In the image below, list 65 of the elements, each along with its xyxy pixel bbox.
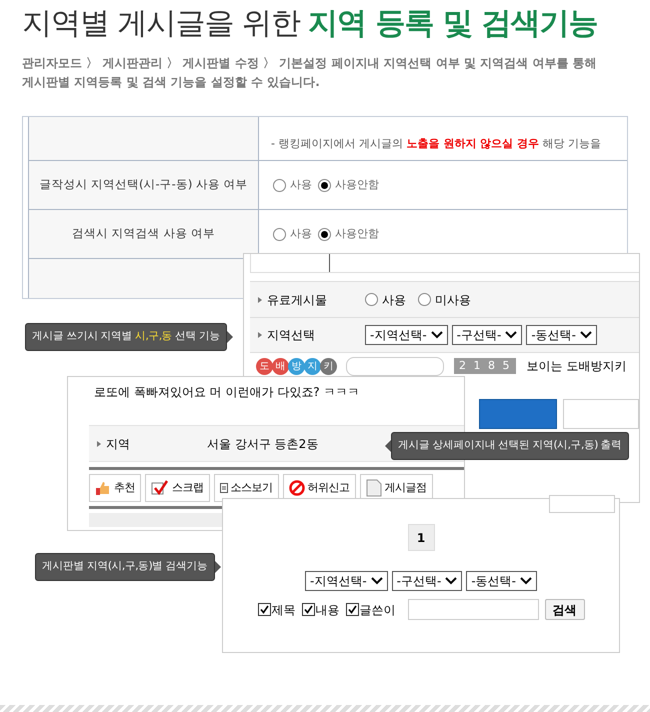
action-button[interactable]: 스크랩 xyxy=(145,474,210,502)
chevron-down-icon xyxy=(580,331,592,339)
chevron-down-icon xyxy=(370,577,383,585)
callout-tooltip: 게시글 쓰기시 지역별 시,구,동 선택 기능 xyxy=(25,323,227,351)
checkbox-label: 내용 xyxy=(316,602,340,618)
radio-button[interactable] xyxy=(418,293,431,306)
page-title-highlight: 지역 등록 및 검색기능 xyxy=(308,5,598,43)
checkmark-icon xyxy=(151,480,169,496)
captcha-code: 2 1 8 5 xyxy=(454,358,516,374)
field-label: 유료게시물 xyxy=(267,292,327,308)
thumbs-up-icon xyxy=(95,480,111,496)
page-icon xyxy=(366,479,382,497)
region-value: 서울 강서구 등촌2동 xyxy=(207,436,318,452)
post-content: 로또에 폭빠져있어요 머 이런애가 다있죠? ㅋㅋㅋ xyxy=(94,384,360,401)
setting-label: 검색시 지역검색 사용 여부 xyxy=(72,225,215,242)
captcha-input[interactable] xyxy=(346,356,444,376)
callout-tooltip: 게시글 상세페이지내 선택된 지역(시,구,동) 출력 xyxy=(391,432,629,460)
radio-label: 사용 xyxy=(290,226,312,242)
description-text: 게시판별 지역등록 및 검색 기능을 설정할 수 있습니다. xyxy=(22,74,321,91)
checkbox[interactable] xyxy=(258,603,270,616)
page-number[interactable]: 1 xyxy=(408,524,434,551)
captcha-letter: 방 xyxy=(288,358,305,374)
chevron-down-icon xyxy=(520,577,532,585)
field-label: 지역 xyxy=(106,436,130,452)
prohibited-icon xyxy=(288,480,304,496)
radio-label: 사용 xyxy=(382,292,406,308)
captcha-hint: 보이는 도배방지키 xyxy=(526,358,626,375)
radio-button[interactable] xyxy=(273,178,286,192)
checkbox[interactable] xyxy=(302,603,314,616)
radio-label: 사용안함 xyxy=(335,226,379,242)
radio-label: 사용 xyxy=(290,176,312,193)
checkbox-label: 제목 xyxy=(272,602,296,618)
dropdown[interactable]: -지역선택- xyxy=(365,325,448,345)
radio-button[interactable] xyxy=(273,228,286,240)
dropdown[interactable]: -구선택- xyxy=(452,325,522,345)
field-label: 지역선택 xyxy=(267,327,315,344)
radio-button[interactable] xyxy=(318,228,331,240)
pointer-arrow xyxy=(226,330,233,343)
note-text: - 랭킹페이지에서 게시글의 노출을 원하지 않으실 경우 해당 기능을 xyxy=(271,136,601,152)
document-icon xyxy=(220,483,228,493)
callout-tooltip: 게시판별 지역(시,구,동)별 검색기능 xyxy=(35,553,215,581)
search-field[interactable] xyxy=(408,599,538,620)
radio-label: 미사용 xyxy=(435,292,471,308)
captcha-letter: 지 xyxy=(304,358,321,374)
dropdown[interactable]: -동선택- xyxy=(466,571,537,591)
checkbox-label: 글쓴이 xyxy=(360,602,396,618)
dropdown[interactable]: -동선택- xyxy=(526,325,598,345)
captcha-letter: 배 xyxy=(272,358,289,374)
captcha-letter: 도 xyxy=(256,358,273,374)
radio-button[interactable] xyxy=(318,178,331,192)
search-button[interactable]: 검색 xyxy=(544,599,584,620)
chevron-down-icon xyxy=(505,331,518,339)
chevron-down-icon xyxy=(445,577,458,585)
pointer-arrow xyxy=(214,560,221,573)
page-title: 지역별 게시글을 위한 xyxy=(22,5,300,43)
dropdown[interactable]: -지역선택- xyxy=(304,571,388,591)
chevron-down-icon xyxy=(430,331,443,339)
captcha-letter: 키 xyxy=(320,358,337,374)
action-button[interactable]: 추천 xyxy=(89,474,141,502)
dropdown[interactable]: -구선택- xyxy=(392,571,462,591)
description-text: 관리자모드 〉 게시판관리 〉 게시판별 수정 〉 기본설정 페이지내 지역선택 여부 및 지역검색 여부를 통해 xyxy=(22,55,598,72)
checkbox[interactable] xyxy=(346,603,358,616)
setting-label: 글작성시 지역선택(시-구-동) 사용 여부 xyxy=(39,176,248,194)
radio-button[interactable] xyxy=(365,293,378,306)
radio-label: 사용안함 xyxy=(335,176,379,193)
